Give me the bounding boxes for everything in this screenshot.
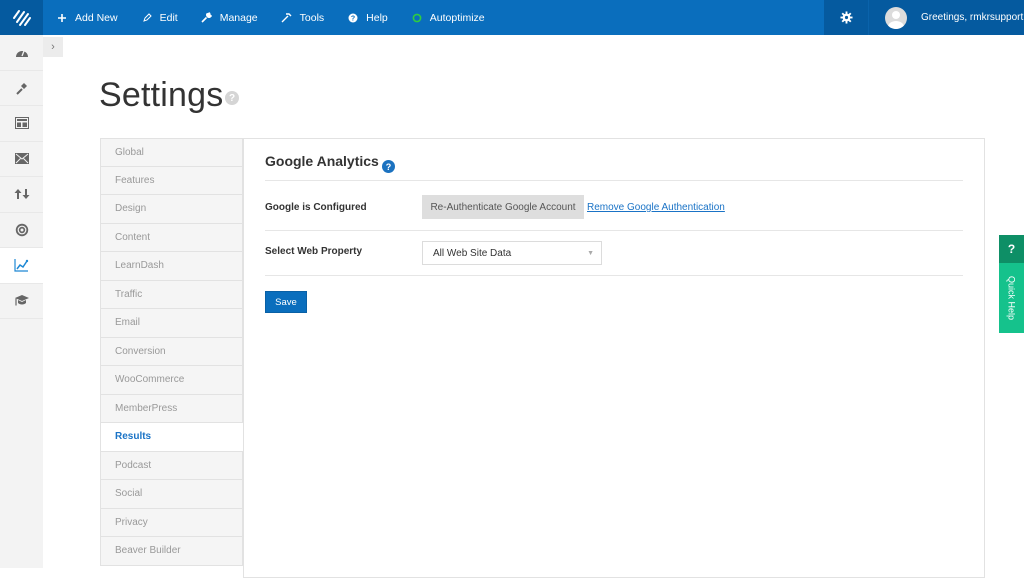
help-icon[interactable]: ? [382, 160, 395, 173]
quick-help-button[interactable]: ? Quick Help [999, 235, 1024, 333]
web-property-select[interactable]: All Web Site Data ▼ [422, 241, 602, 265]
gear-icon [839, 11, 853, 24]
icon-sidebar [0, 35, 43, 568]
target-icon [15, 223, 28, 236]
sidebar-expand-button[interactable]: › [43, 37, 63, 57]
divider [265, 275, 963, 276]
chart-line-icon [14, 259, 29, 272]
tab-email[interactable]: Email [100, 309, 243, 338]
top-nav: Add New Edit Manage Tools ? Help Autopti… [43, 0, 495, 35]
tab-global[interactable]: Global [100, 138, 243, 167]
chevron-right-icon: › [51, 41, 55, 53]
hammer-icon [280, 12, 294, 23]
web-property-label: Select Web Property [265, 246, 363, 257]
layout-icon [14, 117, 29, 130]
tab-results[interactable]: Results [100, 423, 244, 452]
edit-label: Edit [159, 11, 178, 24]
help-label: Help [366, 11, 388, 24]
help-circle-icon: ? [346, 13, 360, 23]
tab-learndash[interactable]: LearnDash [100, 252, 243, 281]
settings-panel: Google Analytics ? Google is Configured … [243, 138, 985, 578]
autoptimize-label: Autoptimize [429, 11, 485, 24]
page-title: Settings [99, 76, 224, 114]
web-property-value: All Web Site Data [433, 247, 512, 259]
help-glyph: ? [228, 92, 236, 104]
rail-item-email[interactable] [0, 142, 43, 177]
top-admin-bar: Add New Edit Manage Tools ? Help Autopti… [0, 0, 1024, 35]
quick-help-tab: Quick Help [999, 263, 1024, 333]
brush-icon [15, 82, 27, 95]
wrench-icon [200, 12, 214, 23]
status-circle-icon [410, 13, 424, 23]
section-title: Google Analytics [265, 153, 379, 169]
rail-item-content[interactable] [0, 106, 43, 142]
tab-conversion[interactable]: Conversion [100, 337, 243, 366]
help-menu[interactable]: ? Help [334, 0, 398, 35]
tab-social[interactable]: Social [100, 480, 243, 509]
divider [265, 230, 963, 231]
rail-item-design[interactable] [0, 71, 43, 106]
user-menu[interactable]: Greetings, rmkrsupport [868, 0, 1024, 35]
help-glyph: ? [385, 161, 392, 172]
google-configured-label: Google is Configured [265, 202, 367, 213]
edit-menu[interactable]: Edit [128, 0, 188, 35]
tab-features[interactable]: Features [100, 166, 243, 195]
add-new-label: Add New [75, 11, 118, 24]
tab-podcast[interactable]: Podcast [100, 451, 243, 480]
brand-logo-icon [12, 9, 31, 26]
reauthenticate-button[interactable]: Re-Authenticate Google Account [422, 195, 584, 219]
tab-privacy[interactable]: Privacy [100, 508, 243, 537]
add-new-menu[interactable]: Add New [43, 0, 128, 35]
settings-button[interactable] [824, 0, 868, 35]
rail-item-traffic[interactable] [0, 177, 43, 213]
rail-item-results[interactable] [0, 248, 43, 284]
caret-down-icon: ▼ [587, 250, 594, 257]
svg-text:?: ? [351, 15, 355, 22]
tab-design[interactable]: Design [100, 195, 243, 224]
question-icon: ? [999, 235, 1024, 263]
brand-logo[interactable] [0, 0, 43, 35]
tab-content[interactable]: Content [100, 223, 243, 252]
settings-tabs: Global Features Design Content LearnDash… [100, 138, 244, 566]
tab-traffic[interactable]: Traffic [100, 280, 243, 309]
rail-item-conversion[interactable] [0, 213, 43, 248]
plus-icon [55, 13, 69, 23]
tab-woocommerce[interactable]: WooCommerce [100, 366, 243, 395]
arrows-icon [14, 189, 29, 200]
manage-menu[interactable]: Manage [188, 0, 268, 35]
envelope-icon [14, 153, 29, 165]
tab-beaver-builder[interactable]: Beaver Builder [100, 537, 243, 566]
help-icon[interactable]: ? [225, 91, 239, 105]
tools-menu[interactable]: Tools [268, 0, 335, 35]
tab-memberpress[interactable]: MemberPress [100, 394, 243, 423]
avatar [885, 6, 907, 29]
divider [265, 180, 963, 181]
pencil-icon [140, 12, 154, 23]
rail-item-dashboard[interactable] [0, 35, 43, 71]
graduation-cap-icon [14, 295, 29, 306]
rail-item-learning[interactable] [0, 284, 43, 319]
autoptimize-menu[interactable]: Autoptimize [398, 0, 495, 35]
quick-help-label: Quick Help [1006, 275, 1017, 320]
dashboard-icon [15, 51, 28, 58]
manage-label: Manage [219, 11, 258, 24]
remove-authentication-link[interactable]: Remove Google Authentication [587, 202, 725, 213]
greeting-text: Greetings, rmkrsupport [921, 12, 1024, 23]
save-button[interactable]: Save [265, 291, 307, 313]
tools-label: Tools [299, 11, 325, 24]
